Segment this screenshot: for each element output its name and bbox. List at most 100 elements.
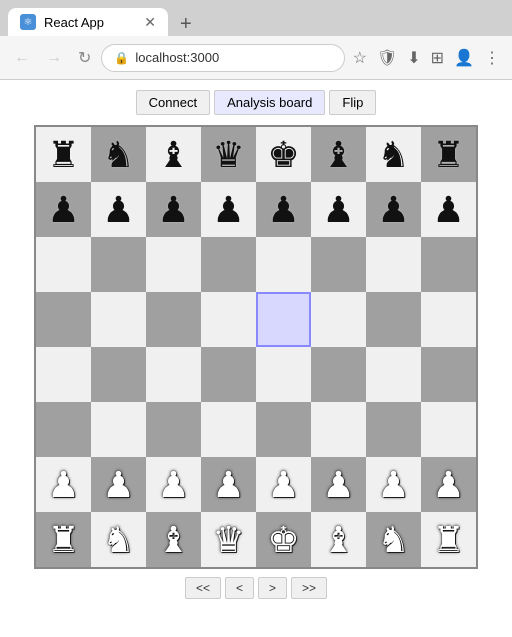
- board-cell[interactable]: [201, 402, 256, 457]
- prev-move-button[interactable]: <: [225, 577, 254, 599]
- board-cell[interactable]: ♟: [91, 457, 146, 512]
- chess-piece: ♞: [377, 522, 409, 558]
- board-cell[interactable]: ♚: [256, 512, 311, 567]
- board-cell[interactable]: [256, 347, 311, 402]
- menu-icon[interactable]: ⋮: [480, 44, 504, 72]
- board-cell[interactable]: ♟: [91, 182, 146, 237]
- board-cell[interactable]: [366, 347, 421, 402]
- first-move-button[interactable]: <<: [185, 577, 221, 599]
- board-cell[interactable]: ♟: [256, 182, 311, 237]
- board-cell[interactable]: ♜: [421, 512, 476, 567]
- connect-button[interactable]: Connect: [136, 90, 210, 115]
- board-cell[interactable]: [311, 402, 366, 457]
- board-cell[interactable]: [256, 402, 311, 457]
- board-cell[interactable]: ♟: [201, 182, 256, 237]
- board-cell[interactable]: [311, 292, 366, 347]
- board-cell[interactable]: ♚: [256, 127, 311, 182]
- board-cell[interactable]: [421, 237, 476, 292]
- board-cell[interactable]: ♞: [366, 127, 421, 182]
- tab-favicon: ⚛: [20, 14, 36, 30]
- board-cell[interactable]: [91, 292, 146, 347]
- board-cell[interactable]: ♜: [421, 127, 476, 182]
- download-icon[interactable]: ⬇: [403, 44, 424, 72]
- board-cell[interactable]: [366, 292, 421, 347]
- board-navigation: << < > >>: [185, 577, 327, 599]
- board-cell[interactable]: [91, 237, 146, 292]
- board-cell[interactable]: ♟: [36, 182, 91, 237]
- board-cell[interactable]: [91, 347, 146, 402]
- board-cell[interactable]: ♟: [146, 457, 201, 512]
- profile-icon[interactable]: 👤: [450, 44, 478, 72]
- board-cell[interactable]: [36, 237, 91, 292]
- flip-button[interactable]: Flip: [329, 90, 376, 115]
- board-cell[interactable]: ♟: [201, 457, 256, 512]
- board-cell[interactable]: ♜: [36, 512, 91, 567]
- back-button[interactable]: ←: [8, 45, 36, 71]
- new-tab-button[interactable]: +: [168, 13, 204, 36]
- board-cell[interactable]: ♟: [36, 457, 91, 512]
- board-cell[interactable]: [36, 347, 91, 402]
- board-cell[interactable]: ♟: [256, 457, 311, 512]
- reload-button[interactable]: ↻: [72, 44, 97, 72]
- chess-piece: ♞: [102, 137, 134, 173]
- board-cell[interactable]: [146, 347, 201, 402]
- extensions-icon[interactable]: ⊞: [427, 44, 448, 72]
- app-toolbar: Connect Analysis board Flip: [136, 90, 377, 115]
- board-cell[interactable]: ♞: [91, 127, 146, 182]
- chess-piece: ♟: [212, 192, 244, 228]
- board-cell[interactable]: ♜: [36, 127, 91, 182]
- forward-button[interactable]: →: [40, 45, 68, 71]
- board-cell[interactable]: ♟: [146, 182, 201, 237]
- board-cell[interactable]: ♝: [311, 512, 366, 567]
- board-cell[interactable]: ♟: [421, 457, 476, 512]
- board-cell[interactable]: [421, 347, 476, 402]
- url-bar[interactable]: 🔒 localhost:3000: [101, 44, 344, 72]
- board-cell[interactable]: ♟: [311, 182, 366, 237]
- chess-piece: ♟: [47, 467, 79, 503]
- board-cell[interactable]: [146, 237, 201, 292]
- board-cell[interactable]: ♟: [366, 182, 421, 237]
- board-cell[interactable]: [36, 292, 91, 347]
- chess-piece: ♜: [47, 522, 79, 558]
- board-cell[interactable]: [36, 402, 91, 457]
- board-cell[interactable]: ♛: [201, 127, 256, 182]
- board-cell[interactable]: [366, 402, 421, 457]
- board-cell[interactable]: [146, 402, 201, 457]
- board-cell[interactable]: ♝: [311, 127, 366, 182]
- board-cell[interactable]: ♛: [201, 512, 256, 567]
- board-cell[interactable]: ♝: [146, 127, 201, 182]
- chess-piece: ♝: [322, 137, 354, 173]
- shields-icon[interactable]: 🛡: [373, 44, 401, 72]
- board-cell[interactable]: [421, 402, 476, 457]
- board-cell[interactable]: [91, 402, 146, 457]
- chess-piece: ♟: [47, 192, 79, 228]
- board-cell[interactable]: [256, 292, 311, 347]
- chess-piece: ♚: [267, 522, 299, 558]
- analysis-board-button[interactable]: Analysis board: [214, 90, 325, 115]
- board-cell[interactable]: [366, 237, 421, 292]
- chess-piece: ♟: [102, 192, 134, 228]
- board-cell[interactable]: [311, 237, 366, 292]
- board-cell[interactable]: ♟: [421, 182, 476, 237]
- chess-piece: ♞: [102, 522, 134, 558]
- board-cell[interactable]: ♟: [311, 457, 366, 512]
- board-cell[interactable]: [201, 292, 256, 347]
- next-move-button[interactable]: >: [258, 577, 287, 599]
- chess-piece: ♟: [377, 192, 409, 228]
- board-cell[interactable]: [256, 237, 311, 292]
- board-cell[interactable]: [311, 347, 366, 402]
- board-cell[interactable]: ♝: [146, 512, 201, 567]
- board-cell[interactable]: [201, 237, 256, 292]
- url-text: localhost:3000: [135, 50, 219, 65]
- tab-react-app[interactable]: ⚛ React App ✕: [8, 8, 168, 36]
- board-cell[interactable]: ♞: [91, 512, 146, 567]
- chess-piece: ♟: [267, 192, 299, 228]
- board-cell[interactable]: ♞: [366, 512, 421, 567]
- tab-close-button[interactable]: ✕: [144, 14, 156, 31]
- board-cell[interactable]: [201, 347, 256, 402]
- last-move-button[interactable]: >>: [291, 577, 327, 599]
- board-cell[interactable]: [421, 292, 476, 347]
- board-cell[interactable]: [146, 292, 201, 347]
- board-cell[interactable]: ♟: [366, 457, 421, 512]
- bookmark-icon[interactable]: ☆: [349, 44, 371, 72]
